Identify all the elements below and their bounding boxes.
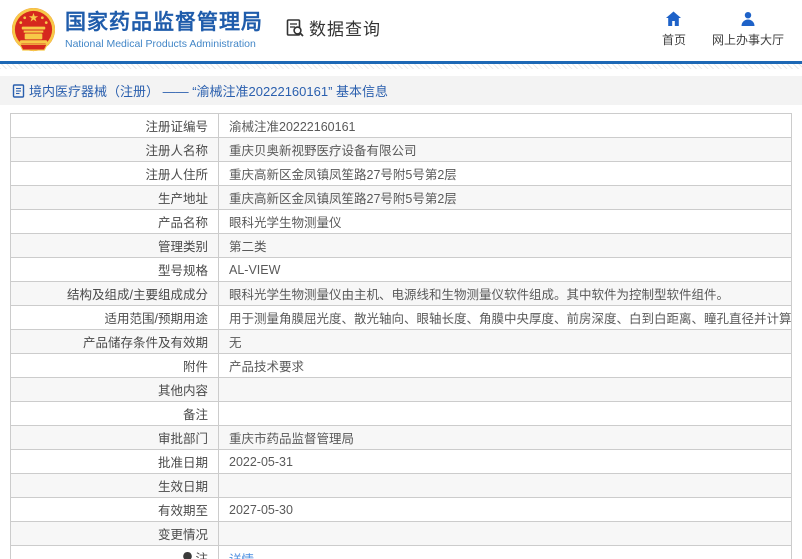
person-icon [740,10,756,27]
row-label: 注 [10,545,219,559]
table-row: 注详情 [10,545,792,559]
brand-block: 国家药品监督管理局 National Medical Products Admi… [65,11,263,49]
row-label: 其他内容 [10,377,219,402]
breadcrumb: 境内医疗器械（注册） —— “渝械注准20222160161” 基本信息 [0,76,802,105]
row-value: 重庆贝奥新视野医疗设备有限公司 [218,137,792,162]
table-row: 产品储存条件及有效期无 [10,329,792,354]
table-row: 生效日期 [10,473,792,498]
table-row: 注册人住所 重庆高新区金凤镇凤笙路27号附5号第2层 [10,161,792,186]
table-row: 注册人名称 重庆贝奥新视野医疗设备有限公司 [10,137,792,162]
row-label: 适用范围/预期用途 [10,305,219,330]
row-value: 无 [218,329,792,354]
document-search-icon [285,18,305,38]
table-row: 审批部门 重庆市药品监督管理局 [10,425,792,450]
data-query-entry[interactable]: 数据查询 [285,15,381,40]
registration-info-table-wrap: 注册证编号 渝械注准20222160161 注册人名称 重庆贝奥新视野医疗设备有限公司… [10,113,792,559]
table-row: 型号规格 AL-VIEW [10,257,792,282]
row-value: 重庆高新区金凤镇凤笙路27号附5号第2层 [218,161,792,186]
row-value [218,401,792,426]
row-value: 眼科光学生物测量仪由主机、电源线和生物测量仪软件组成。其中软件为控制型软件组件。 [218,281,792,306]
row-label: 附件 [10,353,219,378]
row-value: AL-VIEW [218,257,792,282]
site-title: 国家药品监督管理局 [65,11,263,35]
row-label: 管理类别 [10,233,219,258]
row-value: 眼科光学生物测量仪 [218,209,792,234]
national-emblem-logo [11,7,56,52]
row-label: 注册人住所 [10,161,219,186]
row-value: 产品技术要求 [218,353,792,378]
detail-link[interactable]: 详情 [229,553,254,559]
table-row: 适用范围/预期用途 用于测量角膜屈光度、散光轴向、眼轴长度、角膜中央厚度、前房深度… [10,305,792,330]
header: 国家药品监督管理局 National Medical Products Admi… [0,0,802,61]
nav-item-service-hall[interactable]: 网上办事大厅 [712,10,784,48]
row-label: 变更情况 [10,521,219,546]
row-label: 产品名称 [10,209,219,234]
home-icon [665,10,682,27]
nav-label-home: 首页 [661,33,686,47]
table-row: 备注 [10,401,792,426]
data-query-label: 数据查询 [309,20,381,39]
table-row: 结构及组成/主要组成成分 眼科光学生物测量仪由主机、电源线和生物测量仪软件组成。其… [10,281,792,306]
row-value: 2022-05-31 [218,449,792,474]
row-value [218,473,792,498]
row-label: 结构及组成/主要组成成分 [10,281,219,306]
table-row: 其他内容 [10,377,792,402]
info-table-body: 注册证编号 渝械注准20222160161 注册人名称 重庆贝奥新视野医疗设备有限公司… [10,113,792,559]
table-row: 有效期至 2027-05-30 [10,497,792,522]
row-value: 重庆市药品监督管理局 [218,425,792,450]
row-value [218,377,792,402]
row-value: 渝械注准20222160161 [218,113,792,138]
row-label: 产品储存条件及有效期 [10,329,219,354]
document-icon [12,83,25,98]
row-label: 生产地址 [10,185,219,210]
row-label: 型号规格 [10,257,219,282]
nav-item-home[interactable]: 首页 [662,10,686,48]
table-row: 批准日期 2022-05-31 [10,449,792,474]
row-value: 第二类 [218,233,792,258]
breadcrumb-text: 境内医疗器械（注册） —— “渝械注准20222160161” 基本信息 [29,84,389,99]
hatch-texture-strip [0,64,802,69]
table-row: 产品名称 眼科光学生物测量仪 [10,209,792,234]
site-subtitle: National Medical Products Administration [65,37,256,50]
row-label: 审批部门 [10,425,219,450]
row-label: 生效日期 [10,473,219,498]
row-label: 备注 [10,401,219,426]
bulb-icon [182,551,193,559]
table-row: 附件 产品技术要求 [10,353,792,378]
top-nav: 首页 网上办事大厅 [662,10,784,48]
nav-label-service-hall: 网上办事大厅 [711,33,784,47]
registration-info-table: 注册证编号 渝械注准20222160161 注册人名称 重庆贝奥新视野医疗设备有限公司… [10,113,792,559]
table-row: 生产地址 重庆高新区金凤镇凤笙路27号附5号第2层 [10,185,792,210]
row-label: 有效期至 [10,497,219,522]
row-value: 2027-05-30 [218,497,792,522]
table-row: 注册证编号 渝械注准20222160161 [10,113,792,138]
row-label: 批准日期 [10,449,219,474]
table-row: 变更情况 [10,521,792,546]
row-value [218,521,792,546]
row-value: 重庆高新区金凤镇凤笙路27号附5号第2层 [218,185,792,210]
row-value: 详情 [218,545,792,559]
row-value: 用于测量角膜屈光度、散光轴向、眼轴长度、角膜中央厚度、前房深度、白到白距离、瞳孔… [218,305,792,330]
table-row: 管理类别 第二类 [10,233,792,258]
row-label: 注册证编号 [10,113,219,138]
row-label: 注册人名称 [10,137,219,162]
